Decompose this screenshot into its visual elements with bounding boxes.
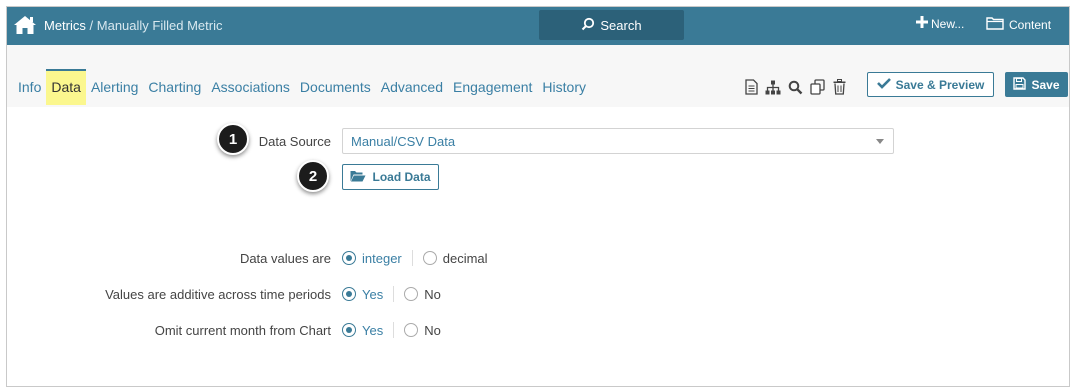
omit-month-radio-group: Yes No	[342, 322, 441, 338]
tab-alerting[interactable]: Alerting	[86, 69, 143, 105]
divider	[393, 286, 395, 302]
hierarchy-icon[interactable]	[765, 79, 781, 95]
toolbar-icons	[743, 79, 847, 95]
radio-integer-label: integer	[362, 250, 402, 266]
additive-radio-group: Yes No	[342, 286, 441, 302]
radio-additive-no-label: No	[424, 286, 441, 302]
top-bar: Metrics / Manually Filled Metric Search …	[7, 7, 1069, 45]
breadcrumb-current: Manually Filled Metric	[96, 18, 223, 33]
data-source-select[interactable]: Manual/CSV Data	[342, 128, 894, 154]
load-data-button[interactable]: Load Data	[342, 164, 439, 190]
tab-data[interactable]: Data	[46, 69, 86, 105]
check-icon	[876, 77, 891, 92]
save-preview-label: Save & Preview	[895, 77, 985, 92]
data-values-radio-group: integer decimal	[342, 250, 488, 266]
save-preview-button[interactable]: Save & Preview	[867, 72, 994, 97]
folder-open-icon	[350, 170, 366, 185]
tab-associations[interactable]: Associations	[206, 69, 295, 105]
tab-engagement[interactable]: Engagement	[448, 69, 537, 105]
radio-omit-no[interactable]: No	[404, 323, 441, 338]
divider	[411, 250, 413, 266]
search-label: Search	[600, 17, 642, 33]
radio-decimal-label: decimal	[442, 250, 488, 266]
tab-charting[interactable]: Charting	[143, 69, 206, 105]
radio-selected-icon	[342, 323, 356, 337]
save-button[interactable]: Save	[1005, 72, 1068, 97]
chevron-down-icon	[876, 139, 884, 144]
breadcrumb-separator: /	[89, 18, 94, 33]
breadcrumb-root[interactable]: Metrics	[44, 18, 86, 33]
tab-advanced[interactable]: Advanced	[376, 69, 448, 105]
content-label: Content	[1009, 17, 1052, 32]
radio-additive-no[interactable]: No	[404, 287, 441, 302]
tab-info[interactable]: Info	[13, 69, 46, 105]
data-source-value: Manual/CSV Data	[351, 134, 456, 149]
save-label: Save	[1031, 77, 1060, 92]
search-button[interactable]: Search	[539, 10, 684, 40]
omit-month-label: Omit current month from Chart	[154, 323, 331, 338]
radio-empty-icon	[404, 287, 419, 301]
content-button[interactable]: Content	[986, 16, 1051, 33]
floppy-icon	[1013, 76, 1027, 93]
folder-icon	[986, 16, 1004, 33]
tab-list: Info Data Alerting Charting Associations…	[13, 69, 591, 105]
breadcrumb: Metrics / Manually Filled Metric	[44, 18, 222, 33]
tab-bar: Info Data Alerting Charting Associations…	[7, 45, 1069, 107]
additive-label: Values are additive across time periods	[105, 287, 331, 302]
tab-documents[interactable]: Documents	[295, 69, 376, 105]
home-icon[interactable]	[13, 14, 37, 36]
radio-omit-yes[interactable]: Yes	[342, 323, 383, 338]
callout-badge-2: 2	[297, 160, 329, 192]
plus-icon	[916, 16, 928, 31]
document-icon[interactable]	[743, 79, 759, 95]
search-icon	[581, 17, 595, 34]
radio-additive-yes[interactable]: Yes	[342, 287, 383, 302]
radio-integer[interactable]: integer	[342, 251, 402, 266]
data-values-label: Data values are	[239, 251, 331, 266]
load-data-label: Load Data	[372, 170, 431, 184]
search-icon[interactable]	[787, 79, 803, 95]
radio-omit-yes-label: Yes	[362, 322, 384, 338]
tab-history[interactable]: History	[537, 69, 591, 105]
radio-omit-no-label: No	[424, 322, 441, 338]
radio-empty-icon	[404, 323, 419, 337]
radio-empty-icon	[422, 251, 437, 265]
radio-selected-icon	[342, 287, 356, 301]
radio-selected-icon	[342, 251, 356, 265]
callout-badge-1: 1	[217, 123, 249, 155]
copy-icon[interactable]	[809, 79, 825, 95]
trash-icon[interactable]	[831, 79, 847, 95]
new-label: New...	[931, 16, 965, 31]
radio-additive-yes-label: Yes	[362, 286, 384, 302]
radio-decimal[interactable]: decimal	[422, 250, 488, 266]
app-window: Metrics / Manually Filled Metric Search …	[6, 6, 1070, 387]
new-button[interactable]: New...	[916, 16, 964, 31]
divider	[393, 322, 395, 338]
